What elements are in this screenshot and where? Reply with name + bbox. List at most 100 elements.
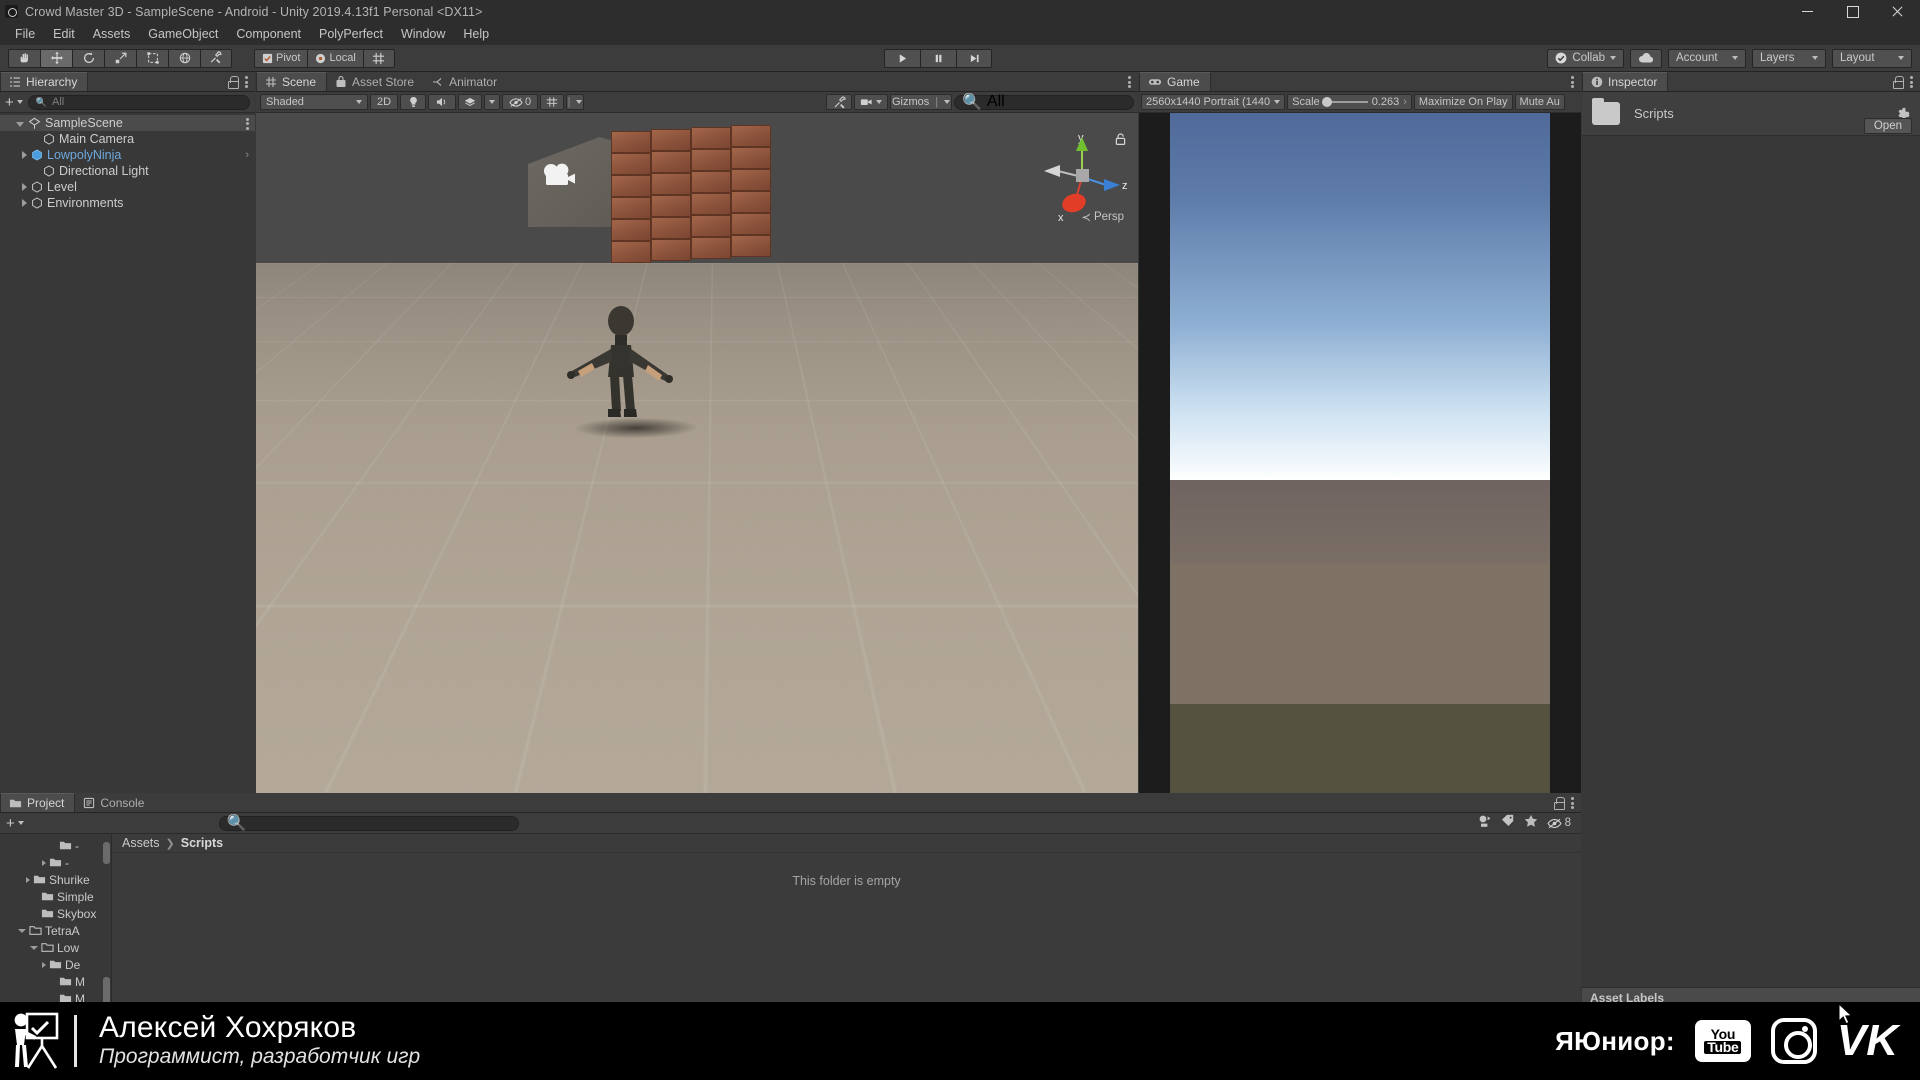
hierarchy-add-button[interactable]: + (5, 95, 23, 110)
tab-console[interactable]: Console (75, 793, 154, 812)
tab-project[interactable]: Project (0, 793, 76, 812)
scene-projection-label[interactable]: ≺ Persp (1081, 210, 1124, 224)
tree-row[interactable]: - (0, 854, 111, 871)
project-search-input[interactable]: 🔍 (218, 815, 519, 832)
tree-row[interactable]: Low (0, 939, 111, 956)
prefab-open-icon[interactable]: › (245, 149, 249, 161)
lowpoly-ninja-character[interactable] (556, 305, 686, 435)
hierarchy-item-level[interactable]: Level (0, 179, 255, 195)
star-icon[interactable] (1524, 814, 1538, 833)
scene-menu-icon[interactable] (1128, 75, 1131, 88)
favorites-icon[interactable] (1478, 814, 1492, 833)
chevron-down-icon[interactable] (18, 928, 26, 933)
hand-tool-button[interactable] (8, 48, 40, 68)
menu-window[interactable]: Window (392, 25, 454, 43)
scene-viewport[interactable]: y z x ≺ Persp (256, 113, 1138, 812)
scale-track[interactable] (1321, 97, 1368, 107)
scene-visibility-button[interactable]: 0 (502, 94, 538, 110)
hierarchy-item-main-camera[interactable]: Main Camera (0, 131, 255, 147)
menu-help[interactable]: Help (454, 25, 498, 43)
gizmos-dropdown[interactable]: Gizmos | (890, 94, 952, 110)
tree-scrollbar-thumb[interactable] (103, 842, 110, 864)
tree-row[interactable]: Shurike (0, 871, 111, 888)
breadcrumb-scripts[interactable]: Scripts (181, 836, 223, 850)
scene-camera-button[interactable] (854, 94, 888, 110)
hierarchy-item-environments[interactable]: Environments (0, 195, 255, 211)
scene-tools-button[interactable] (826, 94, 852, 110)
hierarchy-menu-icon[interactable] (245, 75, 248, 88)
project-menu-icon[interactable] (1571, 796, 1574, 809)
open-asset-button[interactable]: Open (1863, 118, 1912, 134)
step-button[interactable] (956, 48, 992, 68)
collab-button[interactable]: Collab (1547, 48, 1624, 68)
chevron-right-icon[interactable] (22, 199, 27, 207)
menu-polyperfect[interactable]: PolyPerfect (310, 25, 392, 43)
tree-row[interactable]: De (0, 956, 111, 973)
hierarchy-item-lowpolyninja[interactable]: LowpolyNinja › (0, 147, 255, 163)
tree-row[interactable]: - (0, 837, 111, 854)
chevron-right-icon[interactable] (26, 876, 30, 883)
chevron-down-icon[interactable] (30, 945, 38, 950)
maximize-button[interactable] (1830, 0, 1875, 23)
tab-asset-store[interactable]: Asset Store (327, 72, 424, 91)
hierarchy-item-directional-light[interactable]: Directional Light (0, 163, 255, 179)
draw-mode-dropdown[interactable]: Shaded (260, 94, 368, 110)
layers-button[interactable]: Layers (1752, 48, 1826, 68)
scene-grid-dropdown[interactable]: | (566, 94, 584, 110)
rotate-tool-button[interactable] (72, 48, 104, 68)
transform-tool-button[interactable] (168, 48, 200, 68)
lock-icon[interactable] (1892, 75, 1904, 89)
scene-fx-button[interactable] (458, 94, 482, 110)
chevron-right-icon[interactable] (22, 151, 27, 159)
pause-button[interactable] (920, 48, 956, 68)
minimize-button[interactable] (1785, 0, 1830, 23)
tree-row[interactable]: TetraA (0, 922, 111, 939)
menu-component[interactable]: Component (227, 25, 310, 43)
chevron-down-icon[interactable] (16, 121, 24, 127)
menu-edit[interactable]: Edit (44, 25, 84, 43)
scale-knob[interactable] (1321, 97, 1332, 107)
lock-icon[interactable] (1553, 796, 1565, 810)
game-menu-icon[interactable] (1571, 75, 1574, 88)
maximize-on-play-button[interactable]: Maximize On Play (1413, 94, 1513, 110)
scene-fx-dropdown[interactable] (484, 94, 500, 110)
custom-editor-tool-button[interactable] (200, 48, 232, 68)
chevron-right-icon[interactable] (42, 859, 46, 866)
chevron-right-icon[interactable] (22, 183, 27, 191)
local-toggle-button[interactable]: Local (307, 48, 363, 68)
menu-gameobject[interactable]: GameObject (139, 25, 227, 43)
tab-scene[interactable]: Scene (256, 72, 328, 91)
tree-row[interactable]: Skybox (0, 905, 111, 922)
game-viewport[interactable] (1139, 113, 1581, 812)
tree-row[interactable]: Simple (0, 888, 111, 905)
pivot-toggle-button[interactable]: Pivot (254, 48, 308, 68)
scene-grid-button[interactable] (540, 94, 564, 110)
youtube-icon[interactable]: You Tube (1694, 1020, 1751, 1062)
rect-transform-tool-button[interactable] (136, 48, 168, 68)
scale-tool-button[interactable] (104, 48, 136, 68)
menu-assets[interactable]: Assets (84, 25, 140, 43)
layout-button[interactable]: Layout (1832, 48, 1912, 68)
aspect-ratio-dropdown[interactable]: 2560x1440 Portrait (1440 (1141, 94, 1286, 110)
tab-animator[interactable]: Animator (424, 72, 507, 91)
play-button[interactable] (884, 48, 920, 68)
scene-audio-button[interactable] (428, 94, 456, 110)
tab-game[interactable]: Game (1139, 72, 1211, 91)
toggle-2d-button[interactable]: 2D (370, 94, 398, 110)
cloud-button[interactable] (1630, 48, 1662, 68)
menu-file[interactable]: File (6, 25, 44, 43)
lock-icon[interactable] (227, 75, 239, 89)
hierarchy-item-samplescene[interactable]: SampleScene (0, 115, 255, 131)
project-folder-tree[interactable]: - - Shurike Simple Skybox TetraA Low De … (0, 834, 112, 1027)
scene-search-input[interactable]: 🔍 All (954, 93, 1134, 111)
project-content-area[interactable]: Assets ❯ Scripts This folder is empty (112, 834, 1581, 1027)
tab-hierarchy[interactable]: Hierarchy (0, 72, 89, 91)
scene-lighting-button[interactable] (400, 94, 426, 110)
move-tool-button[interactable] (40, 48, 72, 68)
instagram-icon[interactable] (1770, 1018, 1817, 1064)
inspector-menu-icon[interactable] (1910, 75, 1913, 88)
grid-snap-button[interactable] (362, 48, 395, 68)
account-button[interactable]: Account (1668, 48, 1746, 68)
game-scale-slider[interactable]: Scale 0.263 › (1287, 94, 1412, 110)
label-icon[interactable] (1501, 814, 1515, 832)
